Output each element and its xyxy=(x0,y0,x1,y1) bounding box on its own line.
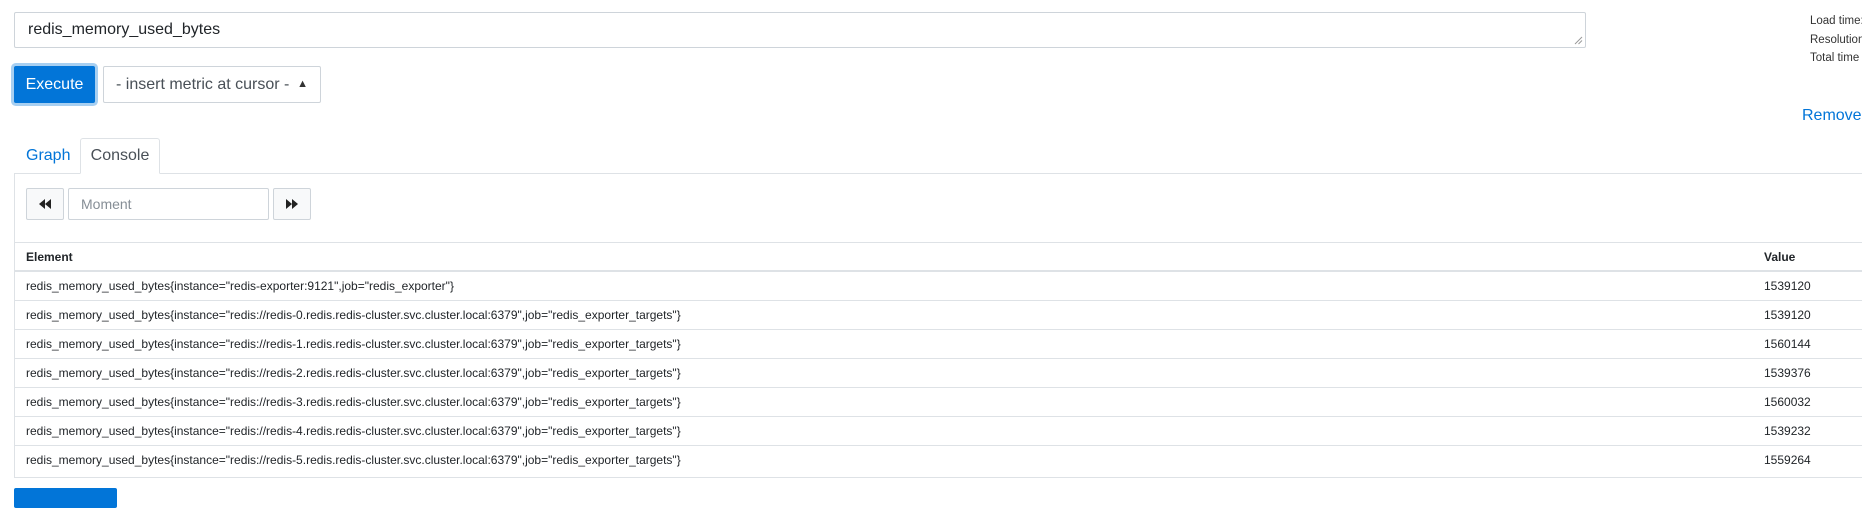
add-graph-button[interactable] xyxy=(14,488,117,508)
moment-forward-button[interactable] xyxy=(273,188,311,220)
sort-caret-icon: ▲ xyxy=(297,78,308,90)
moment-back-button[interactable] xyxy=(26,188,64,220)
execute-button[interactable]: Execute xyxy=(14,66,95,103)
value-cell: 1539376 xyxy=(1763,358,1862,388)
fast-backward-icon xyxy=(39,199,51,209)
value-cell: 1560144 xyxy=(1763,329,1862,359)
resolution-label: Resolution: xyxy=(1810,33,1862,46)
resize-grip-icon[interactable] xyxy=(1574,36,1583,45)
element-cell: redis_memory_used_bytes{instance="redis:… xyxy=(15,387,1763,417)
expression-input[interactable]: redis_memory_used_bytes xyxy=(14,12,1586,48)
query-stats: Load time: Resolution: Total time xyxy=(1810,12,1862,68)
value-cell: 1539232 xyxy=(1763,416,1862,446)
value-cell: 1539120 xyxy=(1763,271,1862,301)
total-time-label: Total time xyxy=(1810,52,1860,64)
remove-graph-link[interactable]: Remove xyxy=(1802,107,1862,125)
tab-console[interactable]: Console xyxy=(80,138,160,174)
table-row: redis_memory_used_bytes{instance="redis-… xyxy=(15,271,1862,301)
table-row: redis_memory_used_bytes{instance="redis:… xyxy=(15,416,1862,446)
insert-metric-label: - insert metric at cursor - xyxy=(116,76,290,93)
table-row: redis_memory_used_bytes{instance="redis:… xyxy=(15,358,1862,388)
element-cell: redis_memory_used_bytes{instance="redis:… xyxy=(15,300,1763,330)
element-cell: redis_memory_used_bytes{instance="redis:… xyxy=(26,453,681,467)
tab-graph[interactable]: Graph xyxy=(26,147,70,165)
element-cell: redis_memory_used_bytes{instance="redis:… xyxy=(15,329,1763,359)
value-column-header: Value xyxy=(1763,242,1862,272)
value-cell: 1559264 xyxy=(1764,453,1811,467)
fast-forward-icon xyxy=(286,199,298,209)
expression-text: redis_memory_used_bytes xyxy=(28,21,221,38)
element-column-header: Element xyxy=(15,242,1763,272)
insert-metric-select[interactable]: - insert metric at cursor - ▲ xyxy=(103,66,321,103)
value-cell: 1560032 xyxy=(1763,387,1862,417)
element-cell: redis_memory_used_bytes{instance="redis-… xyxy=(15,271,1763,301)
table-row: redis_memory_used_bytes{instance="redis:… xyxy=(15,387,1862,417)
value-cell: 1539120 xyxy=(1763,300,1862,330)
element-cell: redis_memory_used_bytes{instance="redis:… xyxy=(15,416,1763,446)
table-row: redis_memory_used_bytes{instance="redis:… xyxy=(15,329,1862,359)
table-row: redis_memory_used_bytes{instance="redis:… xyxy=(15,446,1862,475)
table-header-row: Element Value xyxy=(15,242,1862,272)
load-time-label: Load time: xyxy=(1810,15,1862,27)
moment-input[interactable]: Moment xyxy=(68,188,269,220)
table-row: redis_memory_used_bytes{instance="redis:… xyxy=(15,300,1862,330)
results-table: Element Value redis_memory_used_bytes{in… xyxy=(15,242,1862,474)
element-cell: redis_memory_used_bytes{instance="redis:… xyxy=(15,358,1763,388)
